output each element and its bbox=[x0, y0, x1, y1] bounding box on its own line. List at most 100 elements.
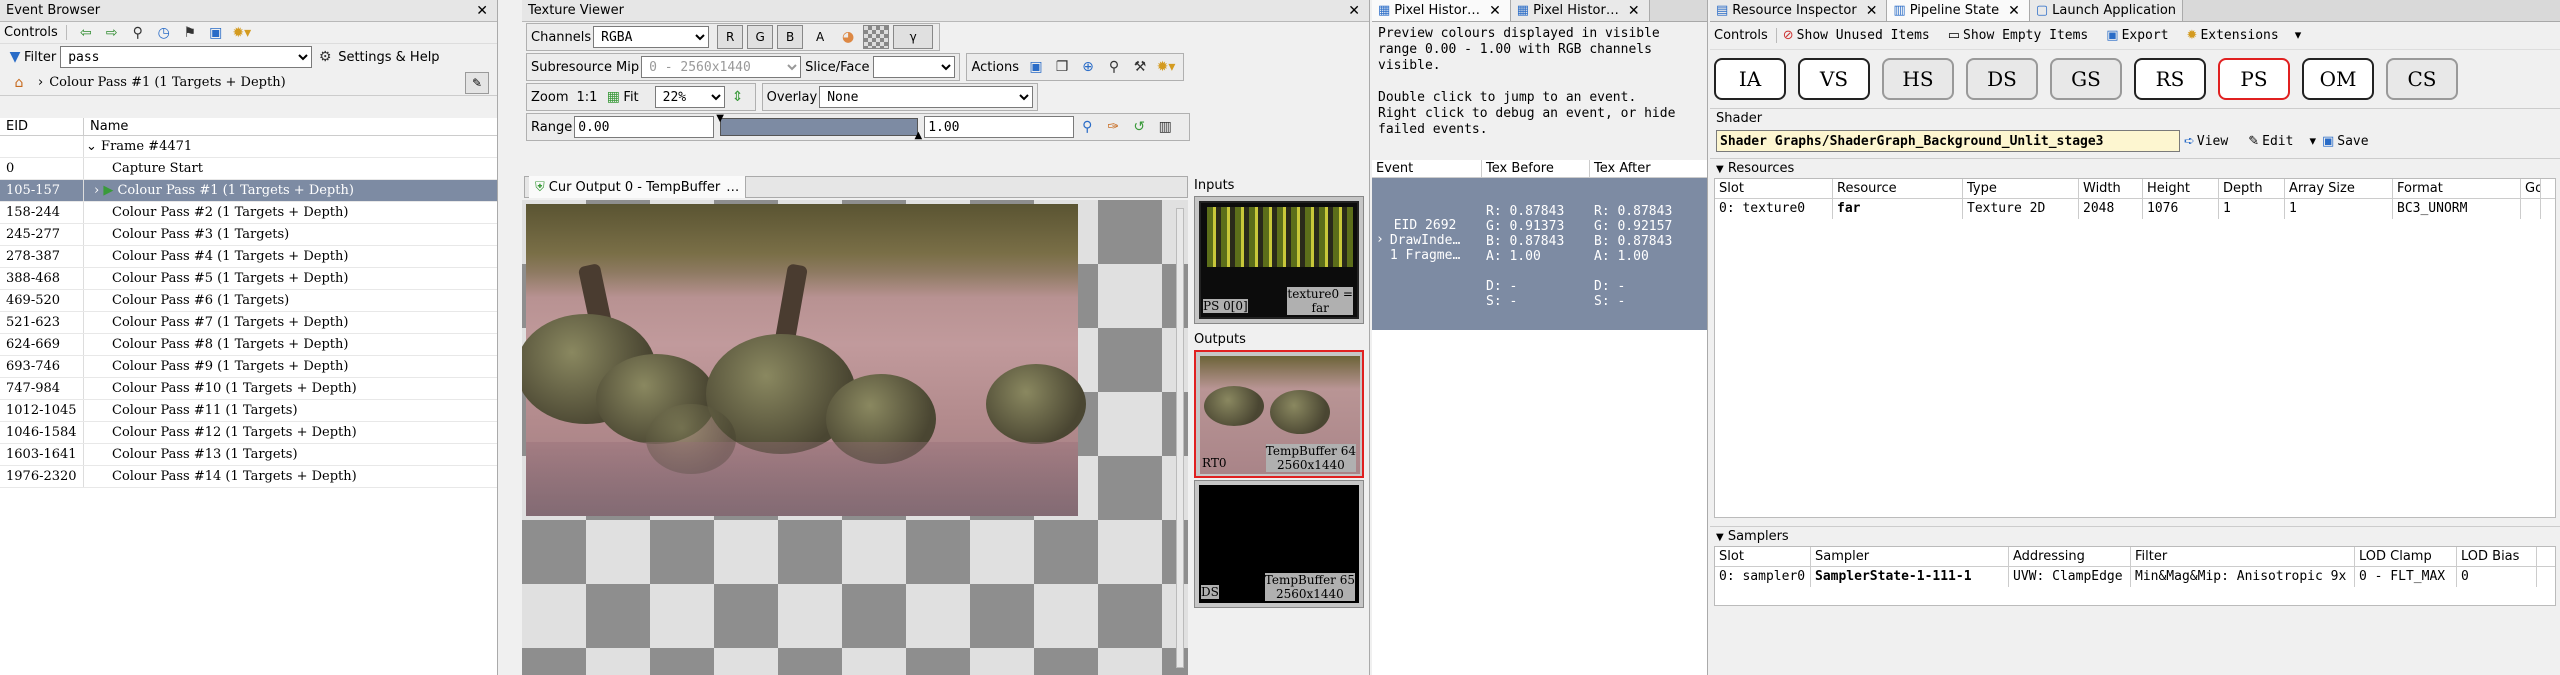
column-header[interactable]: Resource bbox=[1833, 179, 1963, 198]
channel-b-toggle[interactable]: B bbox=[777, 25, 804, 49]
show-unused-toggle[interactable]: Show Unused Items bbox=[1797, 28, 1930, 43]
event-row[interactable]: 1603-1641 Colour Pass #13 (1 Targets) bbox=[0, 444, 497, 466]
settings-help-button[interactable]: Settings & Help bbox=[338, 50, 439, 65]
event-row[interactable]: 521-623 Colour Pass #7 (1 Targets + Depth… bbox=[0, 312, 497, 334]
expand-arrow-icon[interactable]: › bbox=[1376, 232, 1384, 330]
column-header[interactable]: Sampler bbox=[1811, 547, 2009, 566]
column-header[interactable]: Type bbox=[1963, 179, 2079, 198]
collapse-arrow-icon[interactable]: ⌄ bbox=[86, 139, 97, 154]
texture-canvas[interactable] bbox=[522, 200, 1188, 675]
column-header[interactable]: LOD Bias bbox=[2457, 547, 2537, 566]
expand-arrow-icon[interactable]: › bbox=[94, 183, 103, 198]
range-min-handle[interactable]: ▼ bbox=[716, 113, 724, 124]
range-slider[interactable]: ▼ ▲ bbox=[716, 113, 922, 141]
show-empty-toggle[interactable]: Show Empty Items bbox=[1963, 28, 2088, 43]
event-row[interactable]: 1046-1584 Colour Pass #12 (1 Targets + De… bbox=[0, 422, 497, 444]
event-row[interactable]: 388-468 Colour Pass #5 (1 Targets + Depth… bbox=[0, 268, 497, 290]
table-row[interactable]: 0: texture0 far Texture 2D 2048 1076 1 1 BC3_UN… bbox=[1715, 199, 2555, 219]
close-icon[interactable]: ✕ bbox=[473, 3, 491, 19]
find-binoculars-icon[interactable]: ⚲ bbox=[127, 22, 149, 44]
wrench-icon[interactable]: ⚒ bbox=[1129, 56, 1151, 78]
event-row[interactable]: 747-984 Colour Pass #10 (1 Targets + Dept… bbox=[0, 378, 497, 400]
bookmark-icon[interactable]: ⚑ bbox=[179, 22, 201, 44]
event-row[interactable]: 1012-1045 Colour Pass #11 (1 Targets) bbox=[0, 400, 497, 422]
stage-cs[interactable]: CS bbox=[2386, 58, 2458, 100]
fit-button[interactable]: Fit bbox=[623, 90, 638, 105]
stage-ia[interactable]: IA bbox=[1714, 58, 1786, 100]
column-header[interactable]: Height bbox=[2143, 179, 2219, 198]
shader-name-field[interactable] bbox=[1716, 130, 2180, 152]
channel-a-toggle[interactable]: A bbox=[807, 25, 833, 49]
home-icon[interactable]: ⌂ bbox=[8, 72, 30, 94]
save-icon[interactable]: ▣ bbox=[205, 22, 227, 44]
close-icon[interactable]: ✕ bbox=[2005, 3, 2023, 19]
column-header[interactable]: Slot bbox=[1715, 179, 1833, 198]
filter-input[interactable]: pass bbox=[60, 46, 313, 68]
flip-icon[interactable]: ⇕ bbox=[727, 86, 749, 108]
export-button[interactable]: Export bbox=[2122, 28, 2169, 43]
slice-select[interactable] bbox=[873, 56, 956, 78]
frame-row[interactable]: ⌄ Frame #4471 bbox=[0, 136, 497, 158]
chevron-down-icon[interactable]: ▾ bbox=[2295, 28, 2302, 43]
color-wheel-icon[interactable]: ◕ bbox=[837, 26, 859, 48]
table-row[interactable]: 0: sampler0 SamplerState-1-111-1 UVW: Clam… bbox=[1715, 567, 2555, 587]
zoom-select[interactable]: 22% bbox=[654, 86, 725, 108]
save-button[interactable]: Save bbox=[2337, 134, 2368, 149]
column-header[interactable]: Go bbox=[2521, 179, 2541, 198]
event-column-header[interactable]: Event bbox=[1372, 160, 1482, 177]
find-binoculars-icon[interactable]: ⚲ bbox=[1103, 56, 1125, 78]
settings-menu-icon[interactable]: ✹▾ bbox=[1155, 56, 1177, 78]
channel-r-toggle[interactable]: R bbox=[717, 25, 744, 49]
event-row[interactable]: 469-520 Colour Pass #6 (1 Targets) bbox=[0, 290, 497, 312]
forward-arrow-icon[interactable]: ⇨ bbox=[101, 22, 123, 44]
tex-after-column-header[interactable]: Tex After bbox=[1590, 160, 1707, 177]
column-header[interactable]: Depth bbox=[2219, 179, 2285, 198]
auto-fit-icon[interactable]: ✑ bbox=[1102, 116, 1124, 138]
edit-bookmark-icon[interactable]: ✎ bbox=[465, 71, 489, 94]
output-thumbnail-rt0[interactable]: TempBuffer 64 2560x1440 RT0 bbox=[1194, 350, 1364, 478]
event-row[interactable]: 693-746 Colour Pass #9 (1 Targets + Depth… bbox=[0, 356, 497, 378]
close-icon[interactable]: ✕ bbox=[1625, 3, 1643, 19]
stage-vs[interactable]: VS bbox=[1798, 58, 1870, 100]
tab-launch-application[interactable]: ▢ Launch Application bbox=[2029, 0, 2184, 21]
column-header[interactable]: Filter bbox=[2131, 547, 2355, 566]
column-header[interactable]: Array Size bbox=[2285, 179, 2393, 198]
name-column-header[interactable]: Name bbox=[84, 118, 497, 135]
gear-icon[interactable]: ⚙ bbox=[314, 46, 336, 68]
zoom-1to1-button[interactable]: 1:1 bbox=[576, 90, 597, 105]
event-row[interactable]: 624-669 Colour Pass #8 (1 Targets + Depth… bbox=[0, 334, 497, 356]
fit-icon[interactable]: ▦ bbox=[605, 86, 621, 108]
zoom-range-icon[interactable]: ⚲ bbox=[1076, 116, 1098, 138]
histogram-icon[interactable]: ▥ bbox=[1154, 116, 1176, 138]
tab-pipeline-state[interactable]: ▥ Pipeline State ✕ bbox=[1887, 0, 2030, 21]
eid-column-header[interactable]: EID bbox=[0, 118, 84, 135]
event-row[interactable]: 278-387 Colour Pass #4 (1 Targets + Depth… bbox=[0, 246, 497, 268]
stage-ds[interactable]: DS bbox=[1966, 58, 2038, 100]
input-thumbnail[interactable]: texture0 = far PS 0[0] bbox=[1194, 196, 1364, 324]
range-max-handle[interactable]: ▲ bbox=[915, 130, 923, 141]
column-header[interactable]: LOD Clamp bbox=[2355, 547, 2457, 566]
event-row[interactable]: 0 Capture Start bbox=[0, 158, 497, 180]
view-button[interactable]: View bbox=[2197, 134, 2228, 149]
gamma-toggle[interactable]: γ bbox=[893, 25, 934, 49]
vertical-scrollbar[interactable] bbox=[1176, 208, 1184, 668]
pixel-history-row[interactable]: › EID 2692 DrawInde… 1 Fragme… R: 0.8784… bbox=[1372, 178, 1707, 330]
tab-pixel-history-1[interactable]: ▦ Pixel Histor… ✕ bbox=[1372, 0, 1511, 21]
event-row[interactable]: 1976-2320 Colour Pass #14 (1 Targets + De… bbox=[0, 466, 497, 488]
resources-section-header[interactable]: ▼ Resources bbox=[1710, 158, 2560, 178]
stage-gs[interactable]: GS bbox=[2050, 58, 2122, 100]
column-header[interactable]: Width bbox=[2079, 179, 2143, 198]
column-header[interactable]: Format bbox=[2393, 179, 2521, 198]
output-thumbnail-ds[interactable]: TempBuffer 65 2560x1440 DS bbox=[1194, 480, 1364, 608]
stage-ps[interactable]: PS bbox=[2218, 58, 2290, 100]
tex-before-column-header[interactable]: Tex Before bbox=[1482, 160, 1590, 177]
event-row[interactable]: 158-244 Colour Pass #2 (1 Targets + Depth… bbox=[0, 202, 497, 224]
goto-location-icon[interactable]: ⊕ bbox=[1077, 56, 1099, 78]
event-row[interactable]: 105-157 › ▶ Colour Pass #1 (1 Targets + D… bbox=[0, 180, 497, 202]
event-row[interactable]: 245-277 Colour Pass #3 (1 Targets) bbox=[0, 224, 497, 246]
channels-select[interactable]: RGBA bbox=[593, 26, 710, 48]
stage-hs[interactable]: HS bbox=[1882, 58, 1954, 100]
mip-select[interactable]: 0 - 2560x1440 bbox=[641, 56, 802, 78]
stage-rs[interactable]: RS bbox=[2134, 58, 2206, 100]
tab-pixel-history-2[interactable]: ▦ Pixel Histor… ✕ bbox=[1510, 0, 1650, 21]
